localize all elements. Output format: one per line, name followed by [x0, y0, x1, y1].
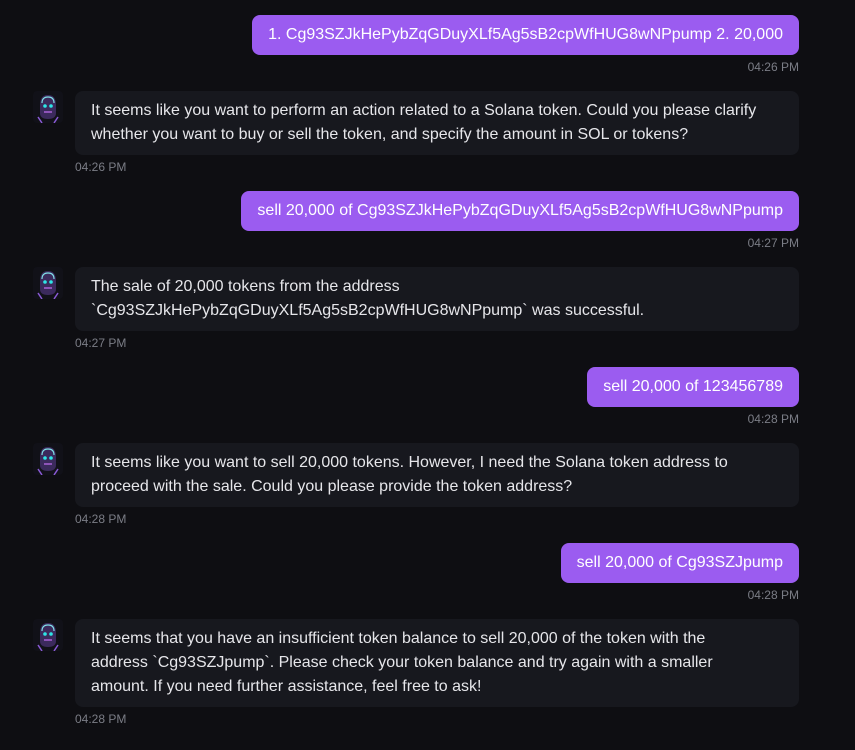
- message-timestamp: 04:28 PM: [747, 412, 799, 426]
- message-timestamp: 04:28 PM: [75, 712, 127, 726]
- assistant-message-line: whether you want to buy or sell the toke…: [91, 126, 689, 143]
- message-timestamp: 04:28 PM: [747, 588, 799, 602]
- user-message-bubble: sell 20,000 of Cg93SZJpump: [560, 543, 799, 583]
- user-message-text: 1. Cg93SZJkHePybZqGDuyXLf5Ag5sB2cpWfHUG8…: [268, 26, 783, 43]
- assistant-message-bubble: It seems like you want to perform an act…: [75, 91, 799, 155]
- assistant-message-line: proceed with the sale. Could you please …: [91, 478, 573, 495]
- assistant-message-line: It seems that you have an insufficient t…: [91, 630, 706, 647]
- user-message-bubble: 1. Cg93SZJkHePybZqGDuyXLf5Ag5sB2cpWfHUG8…: [252, 15, 799, 55]
- user-message-text: sell 20,000 of 123456789: [603, 378, 783, 395]
- robot-avatar-icon: [33, 267, 63, 299]
- message-timestamp: 04:26 PM: [747, 60, 799, 74]
- user-message-bubble: sell 20,000 of Cg93SZJkHePybZqGDuyXLf5Ag…: [241, 191, 799, 231]
- assistant-message-line: address `Cg93SZJpump`. Please check your…: [91, 654, 713, 671]
- assistant-message-bubble: It seems that you have an insufficient t…: [75, 619, 799, 707]
- user-message-bubble: sell 20,000 of 123456789: [587, 367, 799, 407]
- assistant-message-bubble: It seems like you want to sell 20,000 to…: [75, 443, 799, 507]
- chat-thread: 1. Cg93SZJkHePybZqGDuyXLf5Ag5sB2cpWfHUG8…: [0, 0, 855, 750]
- assistant-message-line: It seems like you want to perform an act…: [91, 102, 757, 119]
- user-message-text: sell 20,000 of Cg93SZJpump: [576, 554, 783, 571]
- robot-avatar-icon: [33, 91, 63, 123]
- assistant-message-line: amount. If you need further assistance, …: [91, 678, 482, 695]
- assistant-message-line: `Cg93SZJkHePybZqGDuyXLf5Ag5sB2cpWfHUG8wN…: [91, 302, 645, 319]
- message-timestamp: 04:27 PM: [747, 236, 799, 250]
- assistant-message-line: It seems like you want to sell 20,000 to…: [91, 454, 728, 471]
- assistant-message-line: The sale of 20,000 tokens from the addre…: [91, 278, 400, 295]
- robot-avatar-icon: [33, 619, 63, 651]
- robot-avatar-icon: [33, 443, 63, 475]
- message-timestamp: 04:27 PM: [75, 336, 127, 350]
- message-timestamp: 04:26 PM: [75, 160, 127, 174]
- message-timestamp: 04:28 PM: [75, 512, 127, 526]
- user-message-text: sell 20,000 of Cg93SZJkHePybZqGDuyXLf5Ag…: [257, 202, 783, 219]
- assistant-message-bubble: The sale of 20,000 tokens from the addre…: [75, 267, 799, 331]
